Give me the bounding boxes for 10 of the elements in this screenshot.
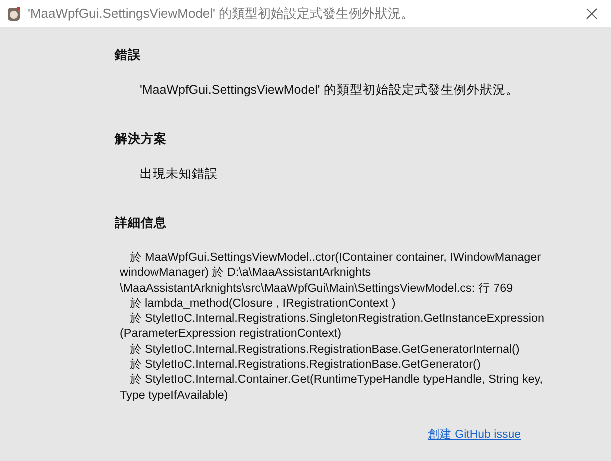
github-issue-link[interactable]: 創建 GitHub issue [428, 426, 521, 442]
window-title: 'MaaWpfGui.SettingsViewModel' 的類型初始設定式發生例外狀況。 [28, 4, 416, 22]
section-heading: 錯誤 [115, 47, 142, 64]
section-heading: 解決方案 [115, 131, 168, 148]
app-icon [6, 6, 22, 22]
close-icon [586, 8, 598, 20]
section-heading: 詳細信息 [115, 215, 168, 232]
section-text: 'MaaWpfGui.SettingsViewModel' 的類型初始設定式發生例外狀況。 [140, 82, 520, 99]
stack-trace-text: 於 MaaWpfGui.SettingsViewModel..ctor(IContainer container, IWindowManager windowManager) 於 D:\a\MaaAssistantArknights \MaaAssistantArknights\src\MaaWpfGui\Main\SettingsViewModel.cs: 行 769 於 lambda_method(Closure , IRegistrationContext ) 於 StyletIoC.Internal.Registrations.SingletonRegistration.GetInstanceExpression (ParameterExpression registrationContext) 於 StyletIoC.Internal.Registrations.RegistrationBase.GetGeneratorInternal() 於 StyletIoC.Internal.Registrations.RegistrationBase.GetGenerator() 於 StyletIoC.Internal.Container.Get(RuntimeTypeHandle typeHandle, String key, Type typeIfAvailable) [120, 250, 546, 403]
section-text: 出現未知錯誤 [140, 166, 219, 183]
